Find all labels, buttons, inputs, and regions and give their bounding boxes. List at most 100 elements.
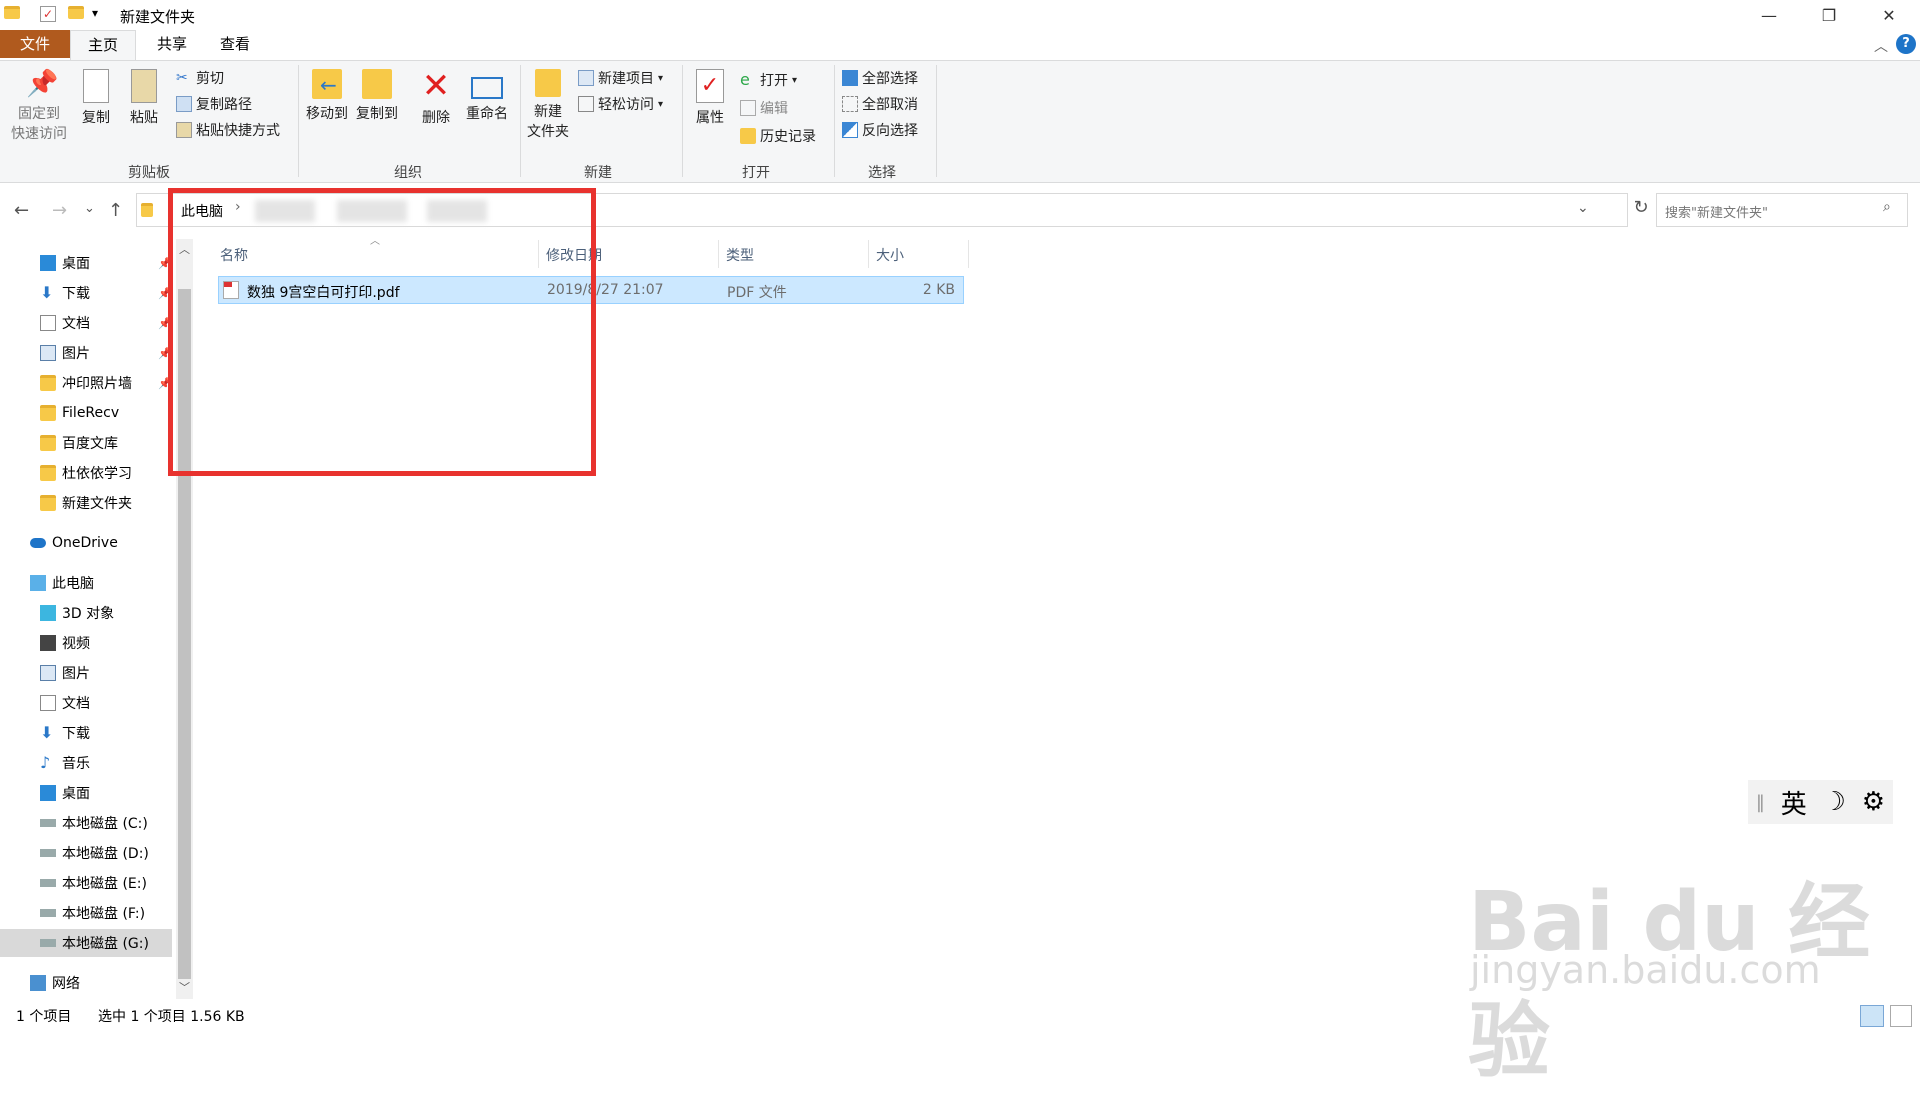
qat-dropdown[interactable]: ▾ bbox=[92, 6, 108, 22]
help-icon[interactable]: ? bbox=[1896, 34, 1916, 54]
column-header-type[interactable]: 类型 bbox=[726, 245, 754, 265]
nav-label: 下载 bbox=[62, 726, 90, 742]
nav-item-3d-objects[interactable]: 3D 对象 bbox=[0, 599, 172, 627]
collapse-ribbon-icon[interactable]: ︿ bbox=[1874, 36, 1888, 56]
copy-button[interactable]: 复制 bbox=[76, 69, 116, 127]
open-button[interactable]: e 打开 ▾ bbox=[740, 69, 797, 91]
nav-item-folder[interactable]: 杜依依学习 bbox=[0, 459, 172, 487]
select-all-button[interactable]: 全部选择 bbox=[842, 67, 918, 89]
nav-item-music[interactable]: ♪ 音乐 bbox=[0, 749, 172, 777]
copy-path-icon bbox=[176, 96, 192, 112]
easy-access-label: 轻松访问 bbox=[598, 97, 654, 113]
folder-icon bbox=[141, 203, 153, 217]
search-input[interactable]: 搜索"新建文件夹" ⌕ bbox=[1656, 193, 1908, 227]
nav-item-folder[interactable]: 新建文件夹 bbox=[0, 489, 172, 517]
open-label: 打开 bbox=[760, 73, 788, 89]
history-button[interactable]: 历史记录 bbox=[740, 125, 816, 147]
paste-shortcut-button[interactable]: 粘贴快捷方式 bbox=[176, 119, 280, 141]
close-button[interactable]: ✕ bbox=[1860, 0, 1918, 30]
pin-quick-access-button[interactable]: 📌 固定到 快速访问 bbox=[6, 69, 72, 143]
folder-icon bbox=[40, 375, 56, 391]
restore-button[interactable]: ❐ bbox=[1800, 0, 1858, 30]
tab-view[interactable]: 查看 bbox=[203, 30, 267, 58]
delete-x-icon: ✕ bbox=[421, 66, 451, 106]
nav-item-downloads[interactable]: ⬇ 下载 bbox=[0, 719, 172, 747]
new-folder-qat-icon[interactable] bbox=[68, 6, 84, 19]
large-icons-view-icon[interactable] bbox=[1890, 1005, 1912, 1027]
nav-label: 本地磁盘 (F:) bbox=[62, 906, 146, 922]
picture-icon bbox=[40, 345, 56, 361]
paste-button[interactable]: 粘贴 bbox=[124, 69, 164, 127]
address-dropdown-button[interactable]: ⌄ bbox=[1577, 200, 1589, 216]
recent-locations-button[interactable]: ⌄ bbox=[84, 201, 95, 216]
gear-icon[interactable]: ⚙ bbox=[1862, 787, 1885, 817]
nav-item-drive-d[interactable]: 本地磁盘 (D:) bbox=[0, 839, 172, 867]
nav-item-pictures[interactable]: 图片 bbox=[0, 659, 172, 687]
chevron-down-icon: ▾ bbox=[658, 98, 664, 110]
nav-item-drive-g[interactable]: 本地磁盘 (G:) bbox=[0, 929, 172, 957]
nav-item-documents[interactable]: 文档 📌 bbox=[0, 309, 172, 337]
nav-item-desktop[interactable]: 桌面 bbox=[0, 779, 172, 807]
nav-item-desktop[interactable]: 桌面 📌 bbox=[0, 249, 172, 277]
column-header-size[interactable]: 大小 bbox=[876, 245, 904, 265]
file-type: PDF 文件 bbox=[727, 285, 787, 301]
edit-button[interactable]: 编辑 bbox=[740, 97, 788, 119]
column-separator[interactable] bbox=[718, 240, 719, 268]
nav-item-videos[interactable]: 视频 bbox=[0, 629, 172, 657]
new-folder-label-1: 新建 bbox=[534, 104, 562, 120]
nav-item-drive-e[interactable]: 本地磁盘 (E:) bbox=[0, 869, 172, 897]
column-separator[interactable] bbox=[868, 240, 869, 268]
nav-item-documents[interactable]: 文档 bbox=[0, 689, 172, 717]
edit-label: 编辑 bbox=[760, 101, 788, 117]
nav-item-drive-f[interactable]: 本地磁盘 (F:) bbox=[0, 899, 172, 927]
cut-button[interactable]: ✂ 剪切 bbox=[176, 67, 224, 89]
up-button[interactable]: ↑ bbox=[108, 200, 123, 221]
invert-selection-button[interactable]: 反向选择 bbox=[842, 119, 918, 141]
scroll-down-icon[interactable]: ﹀ bbox=[179, 979, 190, 995]
nav-label: 冲印照片墙 bbox=[62, 376, 132, 392]
column-separator[interactable] bbox=[968, 240, 969, 268]
folder-icon bbox=[40, 435, 56, 451]
paste-shortcut-icon bbox=[176, 122, 192, 138]
moon-icon[interactable]: ☽ bbox=[1823, 787, 1846, 817]
select-all-icon bbox=[842, 70, 858, 86]
network-icon bbox=[30, 975, 46, 991]
ime-language-toggle[interactable]: 英 bbox=[1781, 784, 1807, 821]
nav-item-network[interactable]: 网络 bbox=[0, 969, 172, 997]
invert-selection-icon bbox=[842, 122, 858, 138]
properties-button[interactable]: ✓ 属性 bbox=[690, 69, 730, 127]
new-folder-button[interactable]: 新建 文件夹 bbox=[526, 69, 570, 141]
refresh-button[interactable]: ↻ bbox=[1630, 197, 1652, 218]
nav-item-folder[interactable]: FileRecv bbox=[0, 399, 172, 427]
nav-item-folder[interactable]: 冲印照片墙 📌 bbox=[0, 369, 172, 397]
ribbon: 📌 固定到 快速访问 复制 粘贴 ✂ 剪切 复制路径 粘贴快捷方式 剪贴板 ← … bbox=[0, 60, 1920, 183]
history-icon bbox=[740, 128, 756, 144]
open-e-icon: e bbox=[740, 70, 750, 89]
film-icon bbox=[40, 635, 56, 651]
tab-home[interactable]: 主页 bbox=[70, 30, 136, 60]
details-view-icon[interactable] bbox=[1860, 1005, 1884, 1027]
delete-button[interactable]: ✕ 删除 bbox=[414, 69, 458, 127]
move-to-label: 移动到 bbox=[306, 106, 348, 122]
tab-share[interactable]: 共享 bbox=[140, 30, 204, 58]
new-item-button[interactable]: 新建项目 ▾ bbox=[578, 67, 663, 89]
minimize-button[interactable]: — bbox=[1740, 0, 1798, 30]
select-none-button[interactable]: 全部取消 bbox=[842, 93, 918, 115]
search-icon[interactable]: ⌕ bbox=[1883, 199, 1891, 215]
easy-access-button[interactable]: 轻松访问 ▾ bbox=[578, 93, 663, 115]
nav-item-this-pc[interactable]: 此电脑 bbox=[0, 569, 172, 597]
nav-item-onedrive[interactable]: OneDrive bbox=[0, 529, 172, 557]
ime-handle[interactable]: ‖ bbox=[1756, 792, 1765, 813]
forward-button[interactable]: → bbox=[52, 200, 67, 221]
nav-item-folder[interactable]: 百度文库 bbox=[0, 429, 172, 457]
properties-qat-icon[interactable]: ✓ bbox=[40, 6, 56, 22]
copy-to-button[interactable]: 复制到 bbox=[354, 69, 400, 123]
rename-button[interactable]: 重命名 bbox=[462, 69, 512, 123]
nav-item-pictures[interactable]: 图片 📌 bbox=[0, 339, 172, 367]
back-button[interactable]: ← bbox=[14, 200, 29, 221]
nav-item-downloads[interactable]: ⬇ 下载 📌 bbox=[0, 279, 172, 307]
nav-item-drive-c[interactable]: 本地磁盘 (C:) bbox=[0, 809, 172, 837]
tab-file[interactable]: 文件 bbox=[0, 30, 70, 58]
move-to-button[interactable]: ← 移动到 bbox=[304, 69, 350, 123]
copy-path-button[interactable]: 复制路径 bbox=[176, 93, 252, 115]
